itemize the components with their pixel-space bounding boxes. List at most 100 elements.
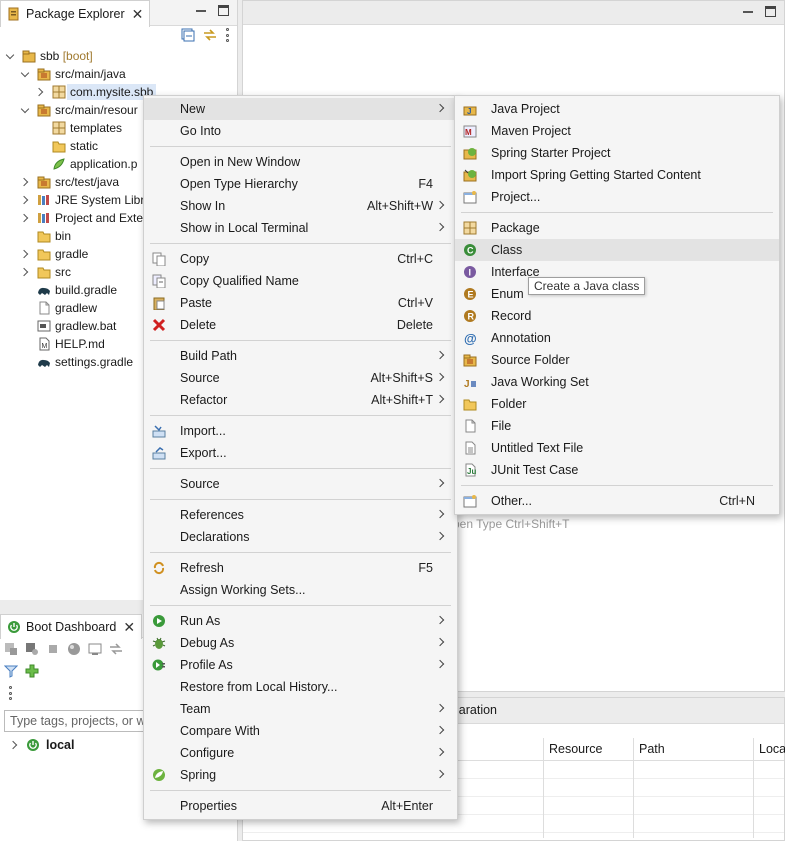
menu-item-copy[interactable]: Copy Ctrl+C	[144, 248, 457, 270]
menu-item-java-project[interactable]: J Java Project	[455, 98, 779, 120]
menu-item-label: Project...	[491, 190, 541, 204]
menu-item-file[interactable]: File	[455, 415, 779, 437]
console-icon[interactable]	[88, 642, 102, 656]
menu-item-other[interactable]: Other... Ctrl+N	[455, 490, 779, 512]
menu-item-new[interactable]: New	[144, 98, 457, 120]
tree-item[interactable]: sbb [boot]	[0, 47, 238, 65]
menu-item-import-spring-getting-started-content[interactable]: Import Spring Getting Started Content	[455, 164, 779, 186]
menu-item-record[interactable]: R Record	[455, 305, 779, 327]
chevron-right-icon	[435, 769, 445, 779]
boot-toolbar-2	[4, 664, 39, 678]
menu-item-paste[interactable]: Paste Ctrl+V	[144, 292, 457, 314]
menu-item-run-as[interactable]: Run As	[144, 610, 457, 632]
local-target[interactable]: local	[10, 738, 75, 752]
collapse-all-icon[interactable]	[181, 28, 195, 42]
menu-item-copy-qualified-name[interactable]: Copy Qualified Name	[144, 270, 457, 292]
menu-item-import[interactable]: Import...	[144, 420, 457, 442]
menu-item-team[interactable]: Team	[144, 698, 457, 720]
menu-item-folder[interactable]: Folder	[455, 393, 779, 415]
maximize-icon[interactable]	[218, 5, 229, 16]
chevron-down-icon[interactable]	[21, 105, 31, 115]
minimize-icon[interactable]	[743, 3, 753, 13]
minimize-icon[interactable]	[196, 2, 206, 12]
spring-boot-icon	[27, 739, 39, 751]
tab-boot-dashboard[interactable]: Boot Dashboard ✕	[0, 614, 143, 639]
tree-item[interactable]: src/main/java	[0, 65, 238, 83]
menu-item-maven-project[interactable]: M Maven Project	[455, 120, 779, 142]
menu-item-refactor[interactable]: Refactor Alt+Shift+T	[144, 389, 457, 411]
chevron-right-icon[interactable]	[36, 87, 46, 97]
chevron-right-icon[interactable]	[10, 740, 20, 750]
menu-item-profile-as[interactable]: Profile As	[144, 654, 457, 676]
chevron-down-icon[interactable]	[21, 69, 31, 79]
menu-item-java-working-set[interactable]: J Java Working Set	[455, 371, 779, 393]
menu-item-go-into[interactable]: Go Into	[144, 120, 457, 142]
chevron-right-icon	[435, 103, 445, 113]
library-icon	[37, 193, 51, 207]
menu-item-compare-with[interactable]: Compare With	[144, 720, 457, 742]
chevron-right-icon[interactable]	[21, 195, 31, 205]
menu-item-source[interactable]: Source Alt+Shift+S	[144, 367, 457, 389]
menu-item-build-path[interactable]: Build Path	[144, 345, 457, 367]
menu-item-debug-as[interactable]: Debug As	[144, 632, 457, 654]
menu-item-annotation[interactable]: @ Annotation	[455, 327, 779, 349]
chevron-right-icon[interactable]	[21, 213, 31, 223]
menu-item-assign-working-sets[interactable]: Assign Working Sets...	[144, 579, 457, 601]
menu-item-properties[interactable]: Properties Alt+Enter	[144, 795, 457, 817]
menu-item-refresh[interactable]: Refresh F5	[144, 557, 457, 579]
column-location[interactable]: Loca	[759, 742, 785, 756]
chevron-right-icon[interactable]	[21, 267, 31, 277]
stop-icon[interactable]	[46, 642, 60, 656]
boot-view-menu-icon[interactable]	[8, 686, 12, 700]
menu-item-references[interactable]: References	[144, 504, 457, 526]
menu-item-label: Annotation	[491, 331, 551, 345]
tree-item-label: src/test/java	[55, 175, 119, 189]
menu-item-spring-starter-project[interactable]: Spring Starter Project	[455, 142, 779, 164]
tree-item-label: settings.gradle	[55, 355, 133, 369]
folder-icon	[37, 265, 51, 279]
menu-item-open-in-new-window[interactable]: Open in New Window	[144, 151, 457, 173]
menu-item-project[interactable]: Project...	[455, 186, 779, 208]
menu-item-open-type-hierarchy[interactable]: Open Type Hierarchy F4	[144, 173, 457, 195]
maximize-icon[interactable]	[765, 6, 776, 17]
menu-item-shortcut: F4	[418, 177, 433, 191]
menu-item-restore-from-local-history[interactable]: Restore from Local History...	[144, 676, 457, 698]
column-path[interactable]: Path	[639, 742, 665, 756]
view-menu-icon[interactable]	[225, 28, 229, 42]
menu-item-class[interactable]: C Class	[455, 239, 779, 261]
menu-separator	[455, 208, 779, 217]
chevron-down-icon[interactable]	[6, 51, 16, 61]
menu-item-declarations[interactable]: Declarations	[144, 526, 457, 548]
expose-icon[interactable]	[109, 642, 123, 656]
menu-item-configure[interactable]: Configure	[144, 742, 457, 764]
open-browser-icon[interactable]	[67, 642, 81, 656]
tree-item-text: JRE System Libra	[55, 193, 152, 207]
chevron-right-icon[interactable]	[21, 177, 31, 187]
menu-item-export[interactable]: Export...	[144, 442, 457, 464]
menu-item-source-folder[interactable]: Source Folder	[455, 349, 779, 371]
menu-item-source[interactable]: Source	[144, 473, 457, 495]
tab-package-explorer[interactable]: Package Explorer ✕	[0, 0, 151, 27]
menu-item-junit-test-case[interactable]: Ju JUnit Test Case	[455, 459, 779, 481]
column-resource[interactable]: Resource	[549, 742, 603, 756]
chevron-right-icon[interactable]	[21, 249, 31, 259]
menu-item-spring[interactable]: Spring	[144, 764, 457, 786]
menu-item-untitled-text-file[interactable]: Untitled Text File	[455, 437, 779, 459]
link-with-editor-icon[interactable]	[203, 28, 217, 42]
delete-icon	[151, 317, 167, 333]
menu-item-label: Go Into	[180, 124, 221, 138]
add-icon[interactable]	[25, 664, 39, 678]
filter-icon[interactable]	[4, 664, 18, 678]
close-icon[interactable]: ✕	[123, 619, 135, 636]
menu-item-label: Show in Local Terminal	[180, 221, 309, 235]
menu-item-show-in-local-terminal[interactable]: Show in Local Terminal	[144, 217, 457, 239]
menu-item-label: Enum	[491, 287, 524, 301]
close-icon[interactable]: ✕	[132, 6, 144, 23]
menu-item-delete[interactable]: Delete Delete	[144, 314, 457, 336]
debug-start-icon[interactable]	[25, 642, 39, 656]
menu-item-label: Other...	[491, 494, 532, 508]
menu-item-package[interactable]: Package	[455, 217, 779, 239]
menu-separator	[455, 481, 779, 490]
start-icon[interactable]	[4, 642, 18, 656]
menu-item-show-in[interactable]: Show In Alt+Shift+W	[144, 195, 457, 217]
